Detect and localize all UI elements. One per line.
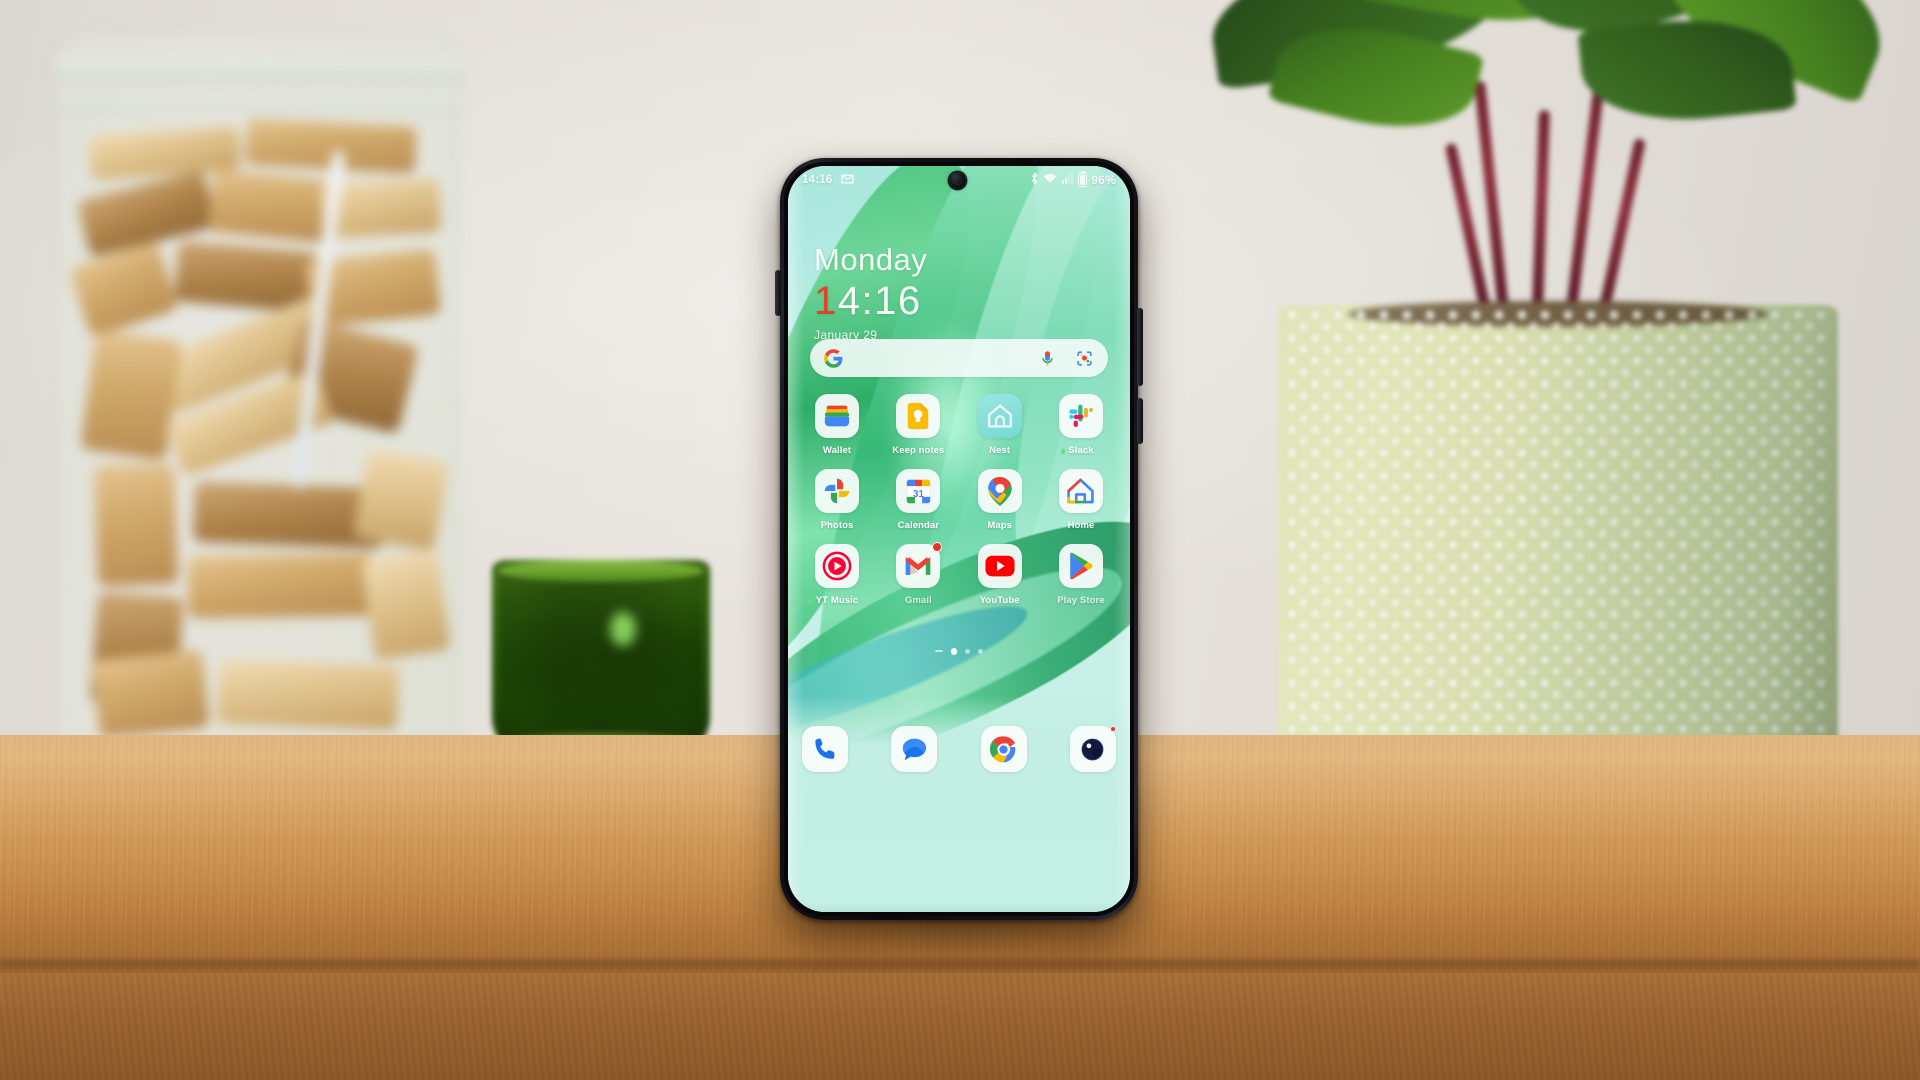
clock-widget[interactable]: Monday 14:16 January 29	[814, 244, 927, 341]
battery-icon	[1078, 171, 1087, 187]
wifi-icon	[1043, 173, 1057, 187]
google-search-bar[interactable]	[810, 339, 1108, 377]
page-dot-active[interactable]	[950, 648, 958, 655]
battery-percent: 96%	[1091, 173, 1116, 187]
phone-screen[interactable]: 14:16 96% Monday 14:16 January 29 Wallet…	[788, 166, 1130, 912]
google-calendar-icon: 31	[896, 469, 941, 513]
app-label: Wallet	[822, 445, 852, 456]
clock-time: 14:16	[814, 281, 927, 321]
google-lens-icon[interactable]	[1075, 349, 1094, 368]
notification-badge	[932, 542, 943, 552]
app-label: Home	[1067, 520, 1095, 531]
app-row: Photos 31 Calendar Maps Home	[802, 469, 1116, 531]
google-photos-icon	[815, 469, 859, 513]
notification-dot	[1060, 449, 1066, 454]
app-label: Keep notes	[892, 445, 945, 456]
phone-icon[interactable]	[802, 726, 848, 772]
clock-time-rest: 4:16	[837, 279, 922, 323]
app-label: Slack	[1060, 445, 1094, 456]
app-play-store[interactable]: Play Store	[1046, 544, 1116, 606]
slack-icon	[1058, 394, 1103, 438]
app-label: YT Music	[808, 595, 859, 606]
microphone-icon[interactable]	[1038, 349, 1057, 368]
houseplant	[1180, 0, 1905, 330]
app-nest[interactable]: Nest	[965, 394, 1035, 456]
app-slack[interactable]: Slack	[1046, 394, 1116, 456]
google-wallet-icon	[815, 394, 859, 438]
gmail-notification-icon	[841, 174, 854, 187]
clock-day: Monday	[814, 242, 928, 277]
notification-dot	[808, 599, 813, 604]
google-g-icon	[824, 348, 843, 368]
cork-jar	[52, 35, 468, 795]
app-yt-music[interactable]: YT Music	[802, 544, 872, 606]
app-label: YouTube	[979, 595, 1020, 606]
power-button[interactable]	[775, 270, 781, 316]
app-label: Nest	[989, 445, 1011, 456]
screen-bottom-fade	[788, 902, 1130, 912]
app-keep-notes[interactable]: Keep notes	[883, 394, 953, 456]
google-maps-icon	[977, 469, 1022, 513]
notification-badge	[1109, 726, 1116, 732]
google-nest-icon	[977, 394, 1022, 438]
front-camera-punch-hole	[949, 172, 966, 189]
photo-scene: 14:16 96% Monday 14:16 January 29 Wallet…	[0, 0, 1920, 1080]
page-dot[interactable]	[965, 648, 971, 654]
youtube-music-icon	[815, 544, 859, 588]
page-indicator-dash	[934, 650, 943, 653]
app-home[interactable]: Home	[1046, 469, 1116, 531]
chrome-icon[interactable]	[980, 726, 1027, 772]
smartphone: 14:16 96% Monday 14:16 January 29 Wallet…	[775, 158, 1143, 920]
app-maps[interactable]: Maps	[965, 469, 1035, 531]
signal-icon	[1061, 173, 1074, 187]
google-home-icon	[1058, 469, 1103, 513]
app-label: Play Store	[1057, 595, 1105, 606]
bluetooth-icon	[1030, 172, 1039, 188]
volume-up-button[interactable]	[1137, 308, 1143, 386]
app-row: YT Music Gmail YouTube Play Store	[802, 542, 1116, 606]
youtube-icon	[977, 544, 1022, 588]
volume-down-button[interactable]	[1137, 398, 1143, 444]
gmail-icon	[896, 542, 943, 588]
calendar-day-number: 31	[913, 488, 924, 499]
messages-icon[interactable]	[891, 726, 938, 772]
app-wallet[interactable]: Wallet	[802, 394, 872, 456]
camera-icon[interactable]	[1069, 726, 1116, 772]
app-label: Calendar	[897, 520, 940, 531]
app-label: Photos	[820, 520, 854, 531]
clock-hour-first-digit: 1	[814, 279, 838, 323]
green-glass-votive	[492, 560, 710, 752]
dock	[802, 726, 1116, 772]
app-label: Maps	[987, 520, 1012, 531]
app-label: Gmail	[904, 595, 932, 606]
app-gmail[interactable]: Gmail	[883, 542, 953, 606]
app-row: Wallet Keep notes Nest Slack	[802, 394, 1116, 456]
page-dot[interactable]	[978, 648, 984, 654]
app-photos[interactable]: Photos	[802, 469, 872, 531]
google-play-icon	[1058, 544, 1103, 588]
google-keep-icon	[896, 394, 941, 438]
plant-pot	[1278, 301, 1838, 805]
status-bar-clock: 14:16	[802, 174, 833, 186]
app-youtube[interactable]: YouTube	[965, 544, 1035, 606]
app-grid: Wallet Keep notes Nest Slack Photos 31 C…	[802, 394, 1116, 619]
page-indicator[interactable]	[788, 648, 1130, 655]
app-calendar[interactable]: 31 Calendar	[883, 469, 953, 531]
